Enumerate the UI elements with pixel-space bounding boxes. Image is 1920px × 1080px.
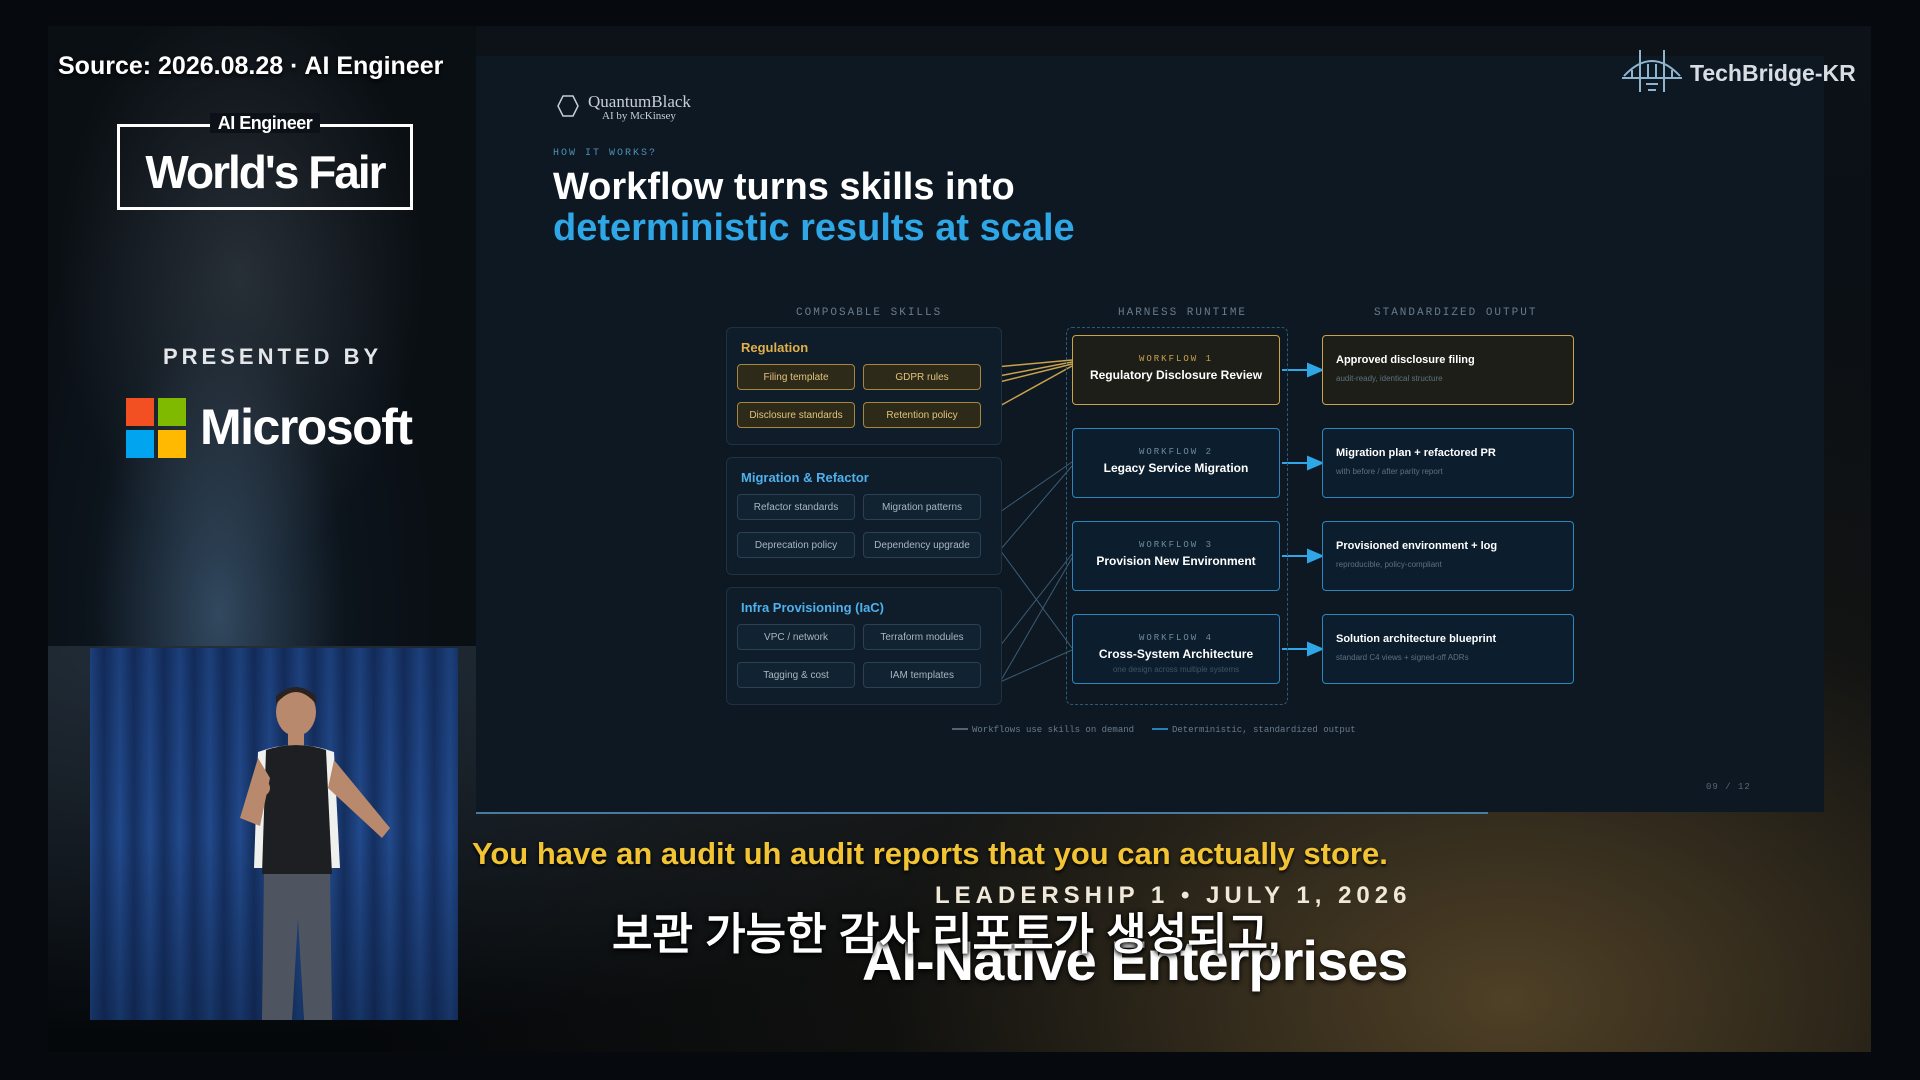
skill-chip: Dependency upgrade [863, 532, 981, 558]
workflow-card-1: WORKFLOW 1 Regulatory Disclosure Review [1072, 335, 1280, 405]
bridge-icon [1622, 50, 1682, 92]
skill-group-regulation: Regulation Filing template GDPR rules Di… [726, 327, 1002, 445]
workflow-title: Legacy Service Migration [1103, 461, 1249, 475]
skill-group-infra: Infra Provisioning (IaC) VPC / network T… [726, 587, 1002, 705]
output-title: Provisioned environment + log [1336, 540, 1498, 552]
skill-chip: Disclosure standards [737, 402, 855, 428]
workflow-card-3: WORKFLOW 3 Provision New Environment [1072, 521, 1280, 591]
sponsor-name: Microsoft [200, 399, 413, 455]
speaker-video [90, 648, 458, 1020]
output-title: Solution architecture blueprint [1336, 633, 1497, 645]
skill-chip: GDPR rules [863, 364, 981, 390]
output-card-1: Approved disclosure filing audit-ready, … [1322, 335, 1574, 405]
korean-subtitle: 보관 가능한 감사 리포트가 생성되고, [612, 910, 1281, 959]
legend-item: Deterministic, standardized output [1172, 725, 1356, 735]
skill-chip: Migration patterns [863, 494, 981, 520]
output-card-2: Migration plan + refactored PR with befo… [1322, 428, 1574, 498]
workflow-label: WORKFLOW 3 [1138, 540, 1213, 550]
output-title: Migration plan + refactored PR [1336, 447, 1496, 459]
presented-by-label: PRESENTED BY [163, 344, 383, 369]
microsoft-logo-icon [126, 398, 186, 458]
event-small-label: AI Engineer [209, 113, 321, 133]
output-subtitle: with before / after parity report [1336, 467, 1443, 476]
source-label: Source: 2026.08.28 · AI Engineer [58, 52, 444, 80]
page-number: 09 / 12 [1706, 782, 1751, 792]
legend-item: Workflows use skills on demand [972, 725, 1135, 735]
skill-chip: Filing template [737, 364, 855, 390]
skill-chip: VPC / network [737, 624, 855, 650]
workflow-card-4: WORKFLOW 4 Cross-System Architecture one… [1072, 614, 1280, 684]
output-subtitle: audit-ready, identical structure [1336, 374, 1443, 383]
workflow-card-2: WORKFLOW 2 Legacy Service Migration [1072, 428, 1280, 498]
skill-chip: Tagging & cost [737, 662, 855, 688]
group-title: Regulation [741, 340, 809, 355]
output-card-3: Provisioned environment + log reproducib… [1322, 521, 1574, 591]
workflow-label: WORKFLOW 4 [1138, 633, 1213, 643]
presentation-slide: QuantumBlack AI by McKinsey HOW IT WORKS… [476, 56, 1824, 812]
skill-chip: Deprecation policy [737, 532, 855, 558]
output-card-4: Solution architecture blueprint standard… [1322, 614, 1574, 684]
slide-divider [476, 812, 1488, 814]
workflow-label: WORKFLOW 2 [1138, 447, 1213, 457]
workflow-title: Regulatory Disclosure Review [1089, 368, 1263, 382]
worlds-fair-logo: AI Engineer World's Fair [117, 113, 413, 210]
output-subtitle: standard C4 views + signed-off ADRs [1336, 653, 1469, 662]
group-title: Infra Provisioning (IaC) [741, 600, 885, 615]
event-big-label: World's Fair [145, 146, 386, 198]
workflow-label: WORKFLOW 1 [1138, 354, 1213, 364]
workflow-title: Cross-System Architecture [1098, 647, 1254, 661]
output-title: Approved disclosure filing [1336, 354, 1475, 366]
channel-name: TechBridge-KR [1690, 60, 1856, 86]
speaker-figure [240, 687, 390, 1020]
output-subtitle: reproducible, policy-compliant [1336, 560, 1442, 569]
workflow-title: Provision New Environment [1096, 554, 1256, 568]
skill-group-migration: Migration & Refactor Refactor standards … [726, 457, 1002, 575]
skill-chip: Refactor standards [737, 494, 855, 520]
skill-chip: Retention policy [863, 402, 981, 428]
workflow-subtitle: one design across multiple systems [1112, 665, 1240, 674]
skill-chip: IAM templates [863, 662, 981, 688]
group-title: Migration & Refactor [741, 470, 869, 485]
english-subtitle: You have an audit uh audit reports that … [472, 836, 1388, 871]
skill-chip: Terraform modules [863, 624, 981, 650]
